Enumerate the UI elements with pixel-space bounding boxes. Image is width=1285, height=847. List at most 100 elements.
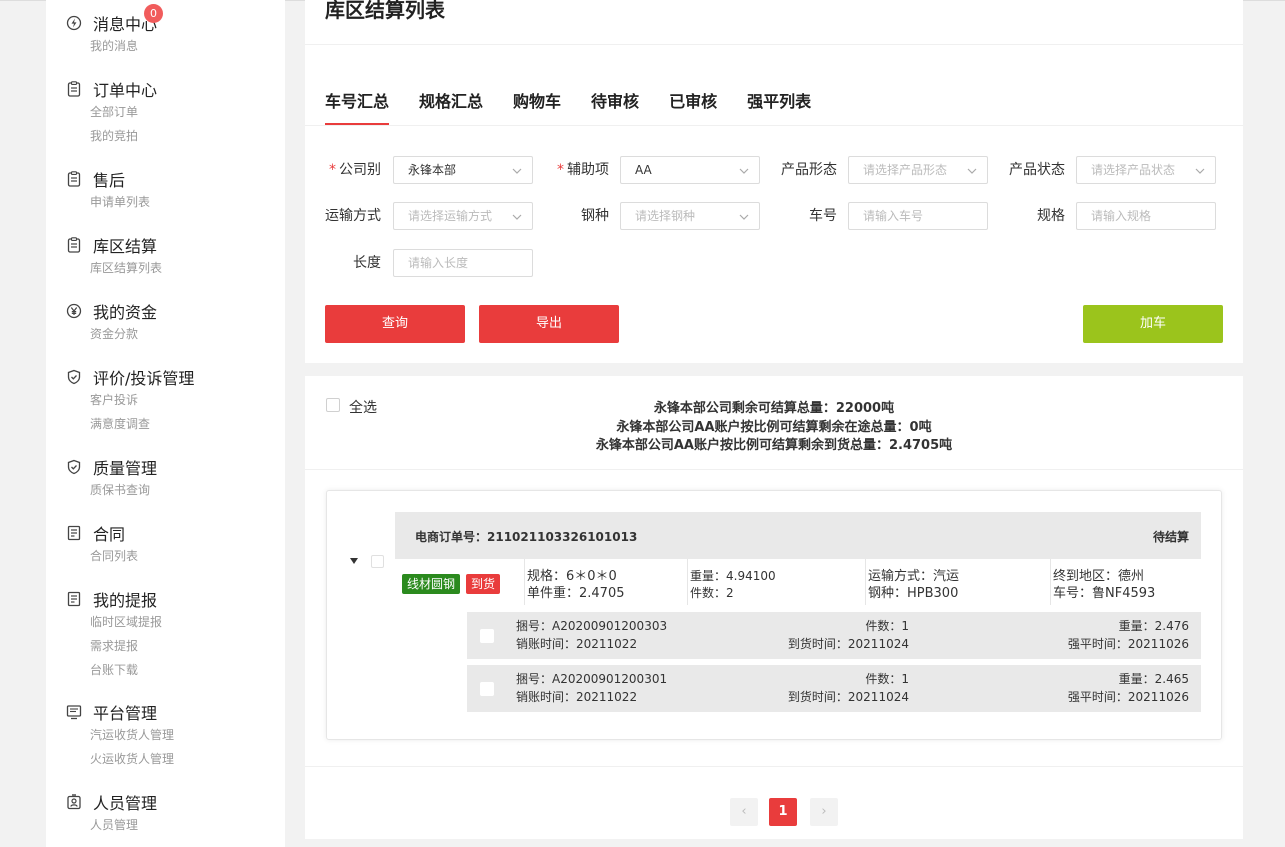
next-page-button[interactable]: › bbox=[810, 798, 838, 826]
summary-arrived: 永锋本部公司AA账户按比例可结算剩余到货总量：2.4705吨 bbox=[595, 438, 953, 453]
aux-select[interactable]: AA bbox=[620, 156, 760, 184]
nav-item-my-messages[interactable]: 我的消息 bbox=[90, 34, 157, 58]
nav-item-contract-list[interactable]: 合同列表 bbox=[90, 544, 138, 568]
bundle-weight: 重量：2.476 bbox=[1118, 619, 1189, 633]
product-form-select[interactable]: 请选择产品形态 bbox=[848, 156, 988, 184]
company-select[interactable]: 永锋本部 bbox=[393, 156, 533, 184]
nav-title-orders[interactable]: 订单中心 bbox=[66, 78, 157, 100]
bundle-checkbox[interactable] bbox=[480, 629, 494, 643]
nav-item-truck-consignee[interactable]: 汽运收货人管理 bbox=[90, 723, 174, 747]
bundle-row: 捆号：A20200901200303 销账时间：20211022 件数：1 到货… bbox=[467, 612, 1201, 659]
nav-item-warranty-query[interactable]: 质保书查询 bbox=[90, 478, 157, 502]
tab-bar: 车号汇总 规格汇总 购物车 待审核 已审核 强平列表 bbox=[325, 88, 841, 125]
nav-title-label: 人员管理 bbox=[93, 794, 158, 813]
bundle-row: 捆号：A20200901200301 销账时间：20211022 件数：1 到货… bbox=[467, 665, 1201, 712]
nav-title-complaints[interactable]: 评价/投诉管理 bbox=[66, 366, 194, 388]
weight-cell: 重量：4.94100 件数：2 bbox=[688, 559, 866, 605]
shield-check-icon bbox=[66, 459, 82, 475]
list-panel: 全选 永锋本部公司剩余可结算总量：22000吨 永锋本部公司AA账户按比例可结算… bbox=[305, 376, 1243, 839]
transport-label: 运输方式 bbox=[325, 208, 381, 224]
spec-cell: 规格：6＊0＊0 单件重：2.4705 bbox=[524, 559, 688, 605]
nav-item-settlement-list[interactable]: 库区结算列表 bbox=[90, 256, 162, 280]
nav-group-reports: 我的提报 临时区域提报 需求提报 台账下载 bbox=[66, 588, 162, 682]
nav-title-label: 合同 bbox=[93, 525, 126, 544]
nav-item-fund-split[interactable]: 资金分款 bbox=[90, 322, 157, 346]
tab-pending-review[interactable]: 待审核 bbox=[591, 88, 639, 125]
nav-group-after-sales: 售后 申请单列表 bbox=[66, 168, 150, 214]
query-button[interactable]: 查询 bbox=[325, 305, 465, 343]
summary-divider bbox=[305, 469, 1243, 470]
destination-value: 终到地区：德州 bbox=[1053, 569, 1145, 584]
unit-weight-value: 单件重：2.4705 bbox=[527, 586, 625, 601]
nav-title-label: 平台管理 bbox=[93, 704, 158, 723]
company-label: * 公司别 bbox=[329, 162, 381, 178]
nav-item-rail-consignee[interactable]: 火运收货人管理 bbox=[90, 747, 174, 771]
page-1-button[interactable]: 1 bbox=[769, 798, 797, 826]
nav-item-my-auctions[interactable]: 我的竞拍 bbox=[90, 124, 157, 148]
order-checkbox[interactable] bbox=[371, 555, 384, 568]
nav-group-funds: 我的资金 资金分款 bbox=[66, 300, 157, 346]
spec-input[interactable]: 请输入规格 bbox=[1076, 202, 1216, 230]
steel-grade-label: 钢种 bbox=[581, 208, 609, 224]
bundle-weight: 重量：2.465 bbox=[1118, 672, 1189, 686]
tab-cart[interactable]: 购物车 bbox=[513, 88, 561, 125]
add-to-cart-button[interactable]: 加车 bbox=[1083, 305, 1223, 343]
nav-item-temp-region-report[interactable]: 临时区域提报 bbox=[90, 610, 162, 634]
nav-title-label: 我的资金 bbox=[93, 303, 158, 322]
product-status-select[interactable]: 请选择产品状态 bbox=[1076, 156, 1216, 184]
id-badge-icon bbox=[66, 794, 82, 810]
bundle-pieces: 件数：1 bbox=[865, 672, 909, 686]
tab-force-settle[interactable]: 强平列表 bbox=[747, 88, 811, 125]
nav-item-ledger-download[interactable]: 台账下载 bbox=[90, 658, 162, 682]
nav-title-contract[interactable]: 合同 bbox=[66, 522, 138, 544]
car-no-input[interactable]: 请输入车号 bbox=[848, 202, 988, 230]
nav-title-label: 库区结算 bbox=[93, 237, 158, 256]
export-button[interactable]: 导出 bbox=[479, 305, 619, 343]
bundle-force-time: 强平时间：20211026 bbox=[1067, 637, 1189, 651]
bundle-number: 捆号：A20200901200303 bbox=[516, 619, 668, 633]
nav-item-customer-complaints[interactable]: 客户投诉 bbox=[90, 388, 194, 412]
shield-check-icon bbox=[66, 369, 82, 385]
nav-item-personnel-manage[interactable]: 人员管理 bbox=[90, 813, 157, 837]
nav-title-reports[interactable]: 我的提报 bbox=[66, 588, 162, 610]
tab-spec-summary[interactable]: 规格汇总 bbox=[419, 88, 483, 125]
nav-group-contract: 合同 合同列表 bbox=[66, 522, 138, 568]
nav-title-platform[interactable]: 平台管理 bbox=[66, 701, 174, 723]
nav-item-satisfaction-survey[interactable]: 满意度调查 bbox=[90, 412, 194, 436]
nav-item-requests[interactable]: 申请单列表 bbox=[90, 190, 150, 214]
bundle-checkbox[interactable] bbox=[480, 682, 494, 696]
bolt-circle-icon bbox=[66, 15, 82, 31]
chevron-down-icon bbox=[1195, 168, 1205, 174]
nav-title-settlement[interactable]: 库区结算 bbox=[66, 234, 162, 256]
bundle-arrive-time: 到货时间：20211024 bbox=[787, 637, 909, 651]
steel-grade-select[interactable]: 请选择钢种 bbox=[620, 202, 760, 230]
yen-circle-icon bbox=[66, 303, 82, 319]
chevron-down-icon bbox=[512, 214, 522, 220]
order-card: 电商订单号：211021103326101013 待结算 线材圆钢 到货 规格：… bbox=[326, 490, 1222, 740]
chevron-down-icon bbox=[512, 168, 522, 174]
bundle-sale-time: 销账时间：20211022 bbox=[516, 690, 638, 704]
nav-item-all-orders[interactable]: 全部订单 bbox=[90, 100, 157, 124]
length-label: 长度 bbox=[353, 255, 381, 271]
nav-title-after-sales[interactable]: 售后 bbox=[66, 168, 150, 190]
pieces-value: 件数：2 bbox=[690, 586, 734, 600]
nav-group-messages: 消息中心 0 我的消息 bbox=[66, 4, 163, 58]
order-status: 待结算 bbox=[1152, 530, 1189, 544]
nav-title-personnel[interactable]: 人员管理 bbox=[66, 791, 157, 813]
arrival-status-tag: 到货 bbox=[466, 574, 501, 594]
nav-title-quality[interactable]: 质量管理 bbox=[66, 456, 157, 478]
collapse-caret-icon[interactable] bbox=[350, 558, 358, 564]
nav-title-funds[interactable]: 我的资金 bbox=[66, 300, 157, 322]
transport-select[interactable]: 请选择运输方式 bbox=[393, 202, 533, 230]
transport-value: 运输方式：汽运 bbox=[868, 569, 960, 584]
filter-panel: 库区结算列表 车号汇总 规格汇总 购物车 待审核 已审核 强平列表 * 公司别 永… bbox=[305, 0, 1243, 363]
product-type-tag: 线材圆钢 bbox=[402, 574, 461, 594]
product-form-label: 产品形态 bbox=[781, 162, 837, 178]
nav-item-demand-report[interactable]: 需求提报 bbox=[90, 634, 162, 658]
nav-title-label: 质量管理 bbox=[93, 459, 158, 478]
transport-cell: 运输方式：汽运 钢种：HPB300 bbox=[866, 559, 1051, 605]
tab-reviewed[interactable]: 已审核 bbox=[669, 88, 717, 125]
tab-car-summary[interactable]: 车号汇总 bbox=[325, 88, 390, 125]
length-input[interactable]: 请输入长度 bbox=[393, 249, 533, 277]
prev-page-button[interactable]: ‹ bbox=[730, 798, 758, 826]
